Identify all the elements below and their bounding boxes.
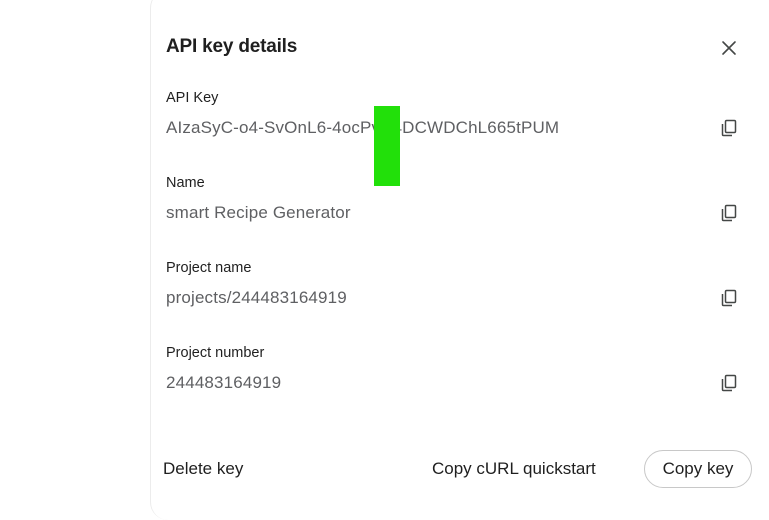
name-label: Name: [166, 175, 205, 191]
delete-key-button[interactable]: Delete key: [163, 450, 243, 488]
project-name-label: Project name: [166, 260, 252, 276]
field-project-name: Project name projects/244483164919: [166, 260, 746, 310]
redaction-block: [374, 106, 400, 186]
copy-name-button[interactable]: [717, 201, 741, 225]
api-key-label: API Key: [166, 90, 219, 106]
copy-curl-quickstart-button[interactable]: Copy cURL quickstart: [432, 450, 596, 488]
close-button[interactable]: [717, 36, 741, 60]
field-api-key: API Key AIzaSyC-o4-SvOnL6-4ocPvH4DCWDChL…: [166, 90, 746, 140]
api-key-value: AIzaSyC-o4-SvOnL6-4ocPvH4DCWDChL665tPUM: [166, 118, 560, 137]
project-number-label: Project number: [166, 345, 265, 361]
dialog-title: API key details: [166, 36, 298, 57]
copy-project-number-button[interactable]: [717, 371, 741, 395]
field-project-number: Project number 244483164919: [166, 345, 746, 395]
copy-api-key-button[interactable]: [717, 116, 741, 140]
copy-icon: [721, 204, 737, 222]
field-name: Name smart Recipe Generator: [166, 175, 746, 225]
close-icon: [722, 41, 736, 55]
copy-project-name-button[interactable]: [717, 286, 741, 310]
project-number-value: 244483164919: [166, 373, 282, 392]
name-value: smart Recipe Generator: [166, 203, 351, 222]
copy-icon: [721, 119, 737, 137]
project-name-value: projects/244483164919: [166, 288, 347, 307]
copy-key-button[interactable]: Copy key: [644, 450, 752, 488]
copy-icon: [721, 374, 737, 392]
copy-icon: [721, 289, 737, 307]
